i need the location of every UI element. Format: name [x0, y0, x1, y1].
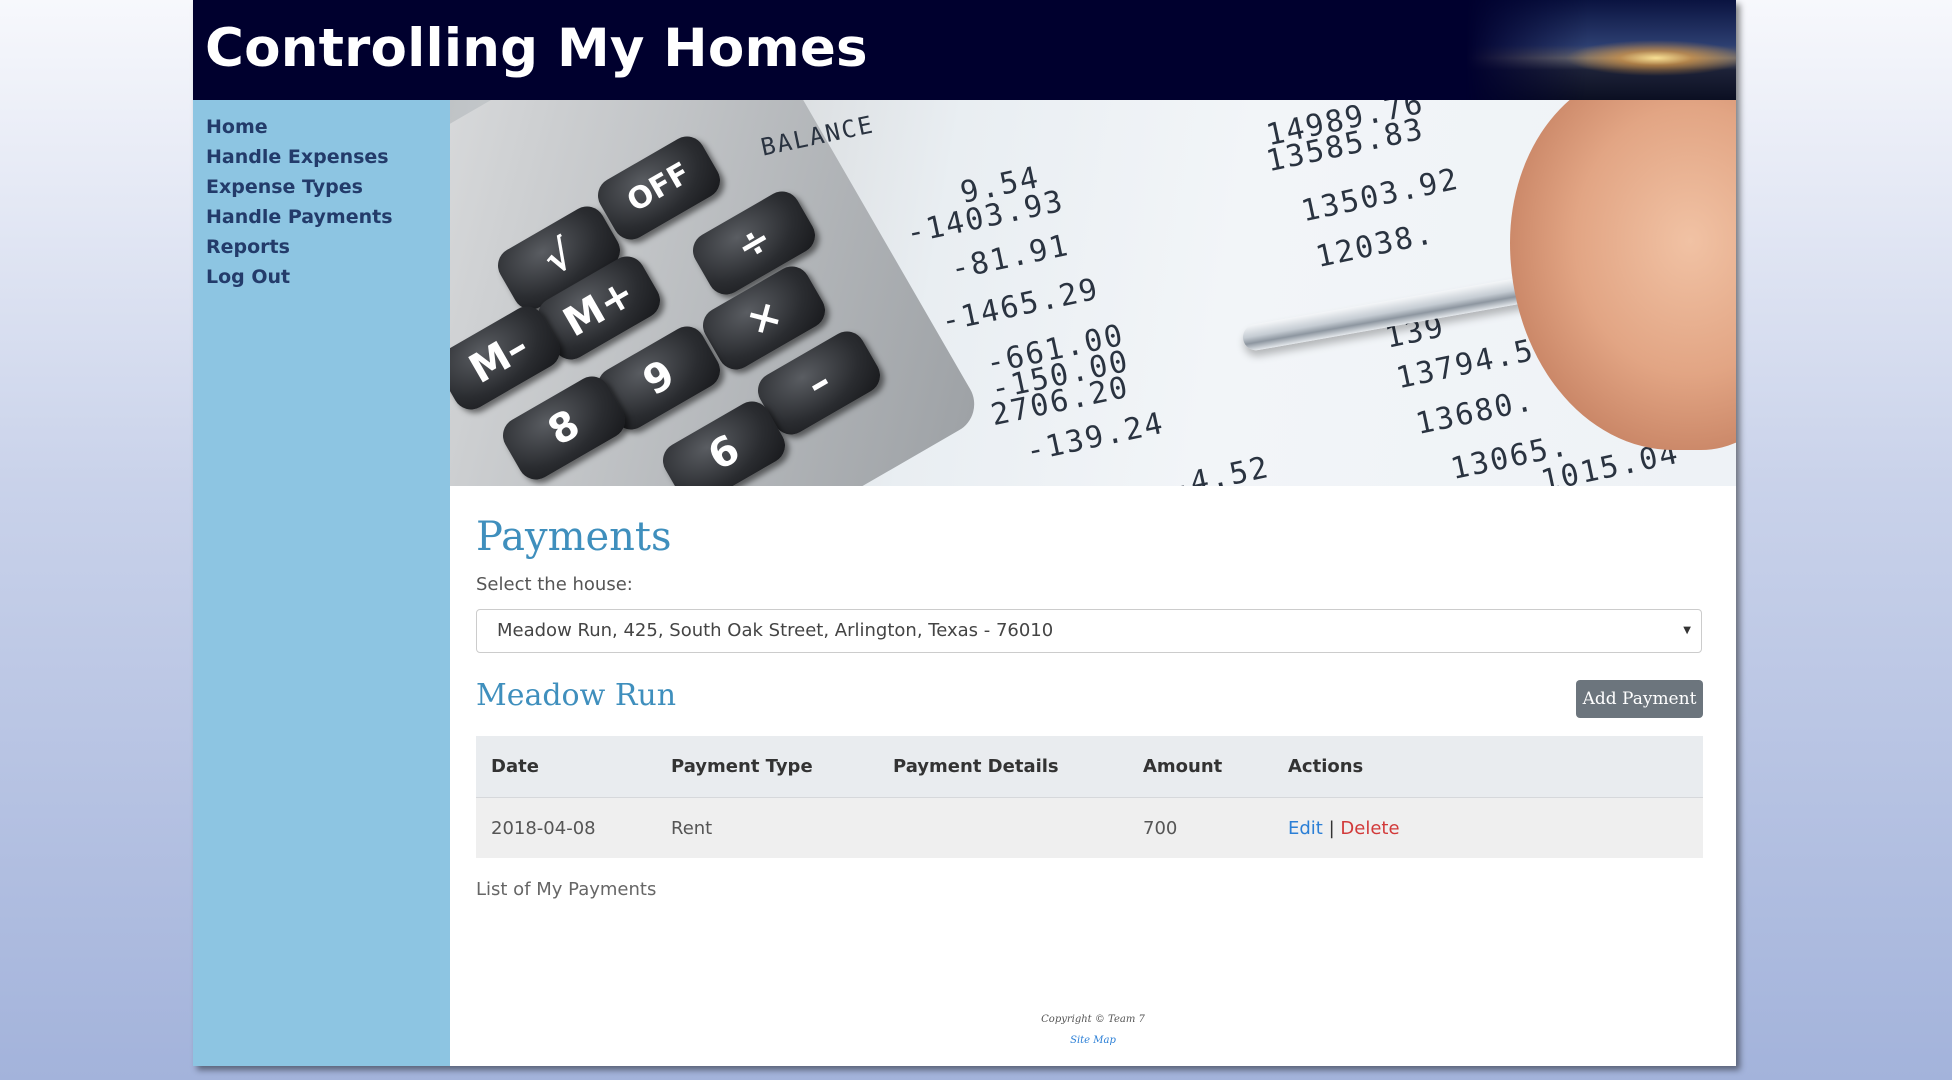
house-select-value: Meadow Run, 425, South Oak Street, Arlin… [497, 620, 1054, 641]
paper-text: 12038. [1312, 215, 1438, 276]
banner-image: √ ÷ M+ M– × 9 8 – 6 OFF BALANCE 9.54 -14… [450, 100, 1736, 486]
column-header-payment-type: Payment Type [656, 736, 878, 798]
column-header-amount: Amount [1128, 736, 1273, 798]
nav-item-handle-expenses[interactable]: Handle Expenses [206, 142, 450, 172]
cell-actions: Edit | Delete [1273, 797, 1703, 858]
table-caption: List of My Payments [476, 879, 657, 900]
edit-link[interactable]: Edit [1288, 818, 1323, 839]
paper-text: 13503.92 [1298, 161, 1463, 230]
nav-item-expense-types[interactable]: Expense Types [206, 172, 450, 202]
site-title: Controlling My Homes [205, 18, 868, 79]
dropdown-arrow-icon: ▼ [1683, 625, 1691, 636]
table-header-row: Date Payment Type Payment Details Amount… [476, 736, 1703, 798]
nav-item-reports[interactable]: Reports [206, 232, 450, 262]
nav-item-home[interactable]: Home [206, 112, 450, 142]
payments-table: Date Payment Type Payment Details Amount… [476, 736, 1703, 858]
delete-link[interactable]: Delete [1340, 818, 1399, 839]
cell-amount: 700 [1128, 797, 1273, 858]
page-title: Payments [476, 514, 672, 560]
house-select[interactable]: Meadow Run, 425, South Oak Street, Arlin… [476, 609, 1702, 653]
add-payment-button[interactable]: Add Payment [1576, 680, 1703, 718]
nav-item-handle-payments[interactable]: Handle Payments [206, 202, 450, 232]
nav-item-log-out[interactable]: Log Out [206, 262, 450, 292]
main-content: Payments Select the house: Meadow Run, 4… [450, 486, 1736, 1066]
footer-copyright: Copyright © Team 7 [1041, 1014, 1145, 1025]
column-header-payment-details: Payment Details [878, 736, 1128, 798]
table-row: 2018-04-08 Rent 700 Edit | Delete [476, 797, 1703, 858]
hand-illustration [1510, 100, 1736, 450]
column-header-date: Date [476, 736, 656, 798]
sidebar: Home Handle Expenses Expense Types Handl… [193, 100, 450, 1066]
cell-payment-type: Rent [656, 797, 878, 858]
house-name-heading: Meadow Run [476, 678, 677, 713]
site-header: Controlling My Homes [193, 0, 1736, 100]
nav-menu: Home Handle Expenses Expense Types Handl… [193, 100, 450, 292]
paper-text: 13680. [1412, 382, 1538, 443]
page-frame: Controlling My Homes Home Handle Expense… [193, 0, 1736, 1066]
house-select-label: Select the house: [476, 574, 633, 595]
cell-date: 2018-04-08 [476, 797, 656, 858]
column-header-actions: Actions [1273, 736, 1703, 798]
footer-sitemap-link[interactable]: Site Map [450, 1035, 1736, 1046]
sunset-image [1466, 0, 1736, 100]
action-separator: | [1328, 817, 1335, 839]
paper-text: -4.52 [1167, 449, 1273, 486]
cell-payment-details [878, 797, 1128, 858]
